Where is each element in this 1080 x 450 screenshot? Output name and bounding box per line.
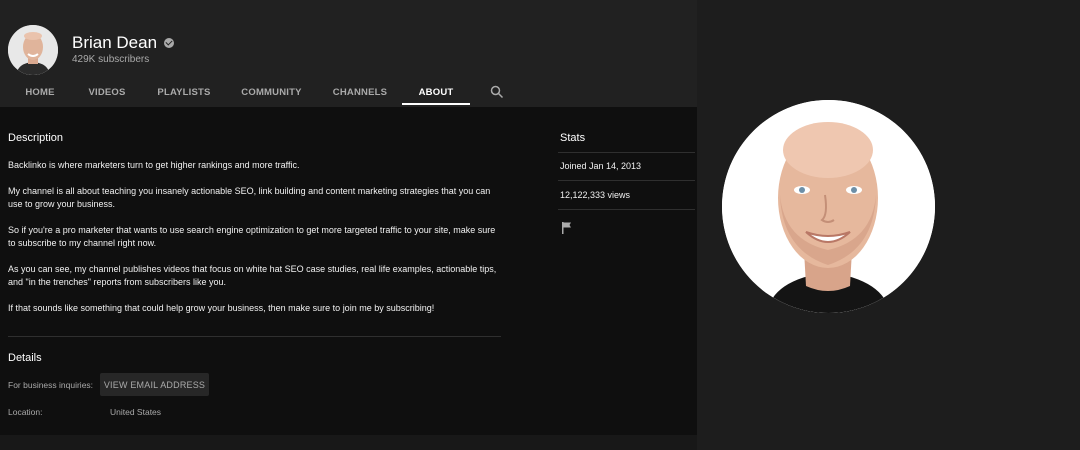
stats-divider bbox=[558, 152, 695, 153]
channel-header: Brian Dean 429K subscribers HOME VIDEOS … bbox=[0, 0, 697, 107]
verified-check-icon bbox=[164, 38, 175, 48]
location-value: United States bbox=[110, 407, 162, 417]
description-paragraph: If that sounds like something that could… bbox=[8, 303, 435, 313]
tab-videos[interactable]: VIDEOS bbox=[84, 80, 130, 105]
description-text: Backlinko is where marketers turn to get… bbox=[8, 159, 503, 328]
stats-heading: Stats bbox=[560, 132, 586, 144]
details-heading: Details bbox=[8, 352, 42, 364]
tab-community[interactable]: COMMUNITY bbox=[240, 80, 303, 105]
flag-icon[interactable] bbox=[562, 222, 572, 234]
section-divider bbox=[8, 336, 501, 337]
channel-tabs: HOME VIDEOS PLAYLISTS COMMUNITY CHANNELS… bbox=[0, 80, 697, 107]
view-email-button[interactable]: VIEW EMAIL ADDRESS bbox=[100, 373, 209, 396]
joined-date: Joined Jan 14, 2013 bbox=[560, 161, 642, 171]
channel-name-row: Brian Dean bbox=[72, 33, 175, 53]
business-inquiries-label: For business inquiries: bbox=[8, 380, 94, 390]
stats-divider bbox=[558, 180, 695, 181]
channel-avatar[interactable] bbox=[8, 25, 58, 75]
subscriber-count: 429K subscribers bbox=[72, 54, 150, 65]
search-icon[interactable] bbox=[490, 85, 504, 99]
description-paragraph: As you can see, my channel publishes vid… bbox=[8, 264, 497, 287]
tab-about[interactable]: ABOUT bbox=[402, 80, 470, 105]
view-count: 12,122,333 views bbox=[560, 190, 631, 200]
channel-name[interactable]: Brian Dean bbox=[72, 33, 157, 53]
profile-portrait bbox=[722, 100, 935, 313]
description-paragraph: Backlinko is where marketers turn to get… bbox=[8, 160, 300, 170]
description-paragraph: My channel is all about teaching you ins… bbox=[8, 186, 491, 209]
about-content: Description Backlinko is where marketers… bbox=[0, 107, 697, 435]
description-paragraph: So if you're a pro marketer that wants t… bbox=[8, 225, 496, 248]
tab-playlists[interactable]: PLAYLISTS bbox=[155, 80, 213, 105]
stats-divider bbox=[558, 209, 695, 210]
location-label: Location: bbox=[8, 407, 43, 417]
youtube-channel-panel: Brian Dean 429K subscribers HOME VIDEOS … bbox=[0, 0, 697, 450]
tab-home[interactable]: HOME bbox=[18, 80, 62, 105]
description-heading: Description bbox=[8, 132, 64, 144]
tab-channels[interactable]: CHANNELS bbox=[330, 80, 390, 105]
